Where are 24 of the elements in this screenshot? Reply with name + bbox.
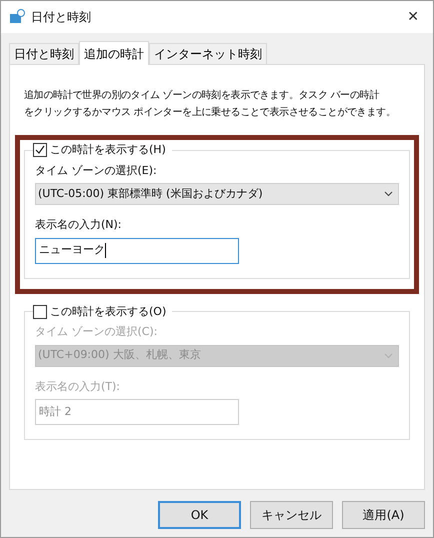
- tab[interactable]: 日付と時刻: [9, 43, 79, 64]
- name-field[interactable]: ニューヨーク: [35, 238, 239, 264]
- close-button[interactable]: ✕: [407, 6, 419, 28]
- dialog-button[interactable]: 適用(A): [342, 501, 425, 529]
- dialog-button[interactable]: OK: [158, 501, 241, 529]
- checkbox-label: この時計を表示する(O): [50, 304, 166, 320]
- description-line: 追加の時計で世界の別のタイム ゾーンの時刻を表示できます。タスク バーの時計: [24, 88, 380, 103]
- tab[interactable]: インターネット時刻: [149, 43, 267, 64]
- tab[interactable]: 追加の時計: [79, 41, 149, 65]
- clock-icon: [9, 9, 25, 25]
- timezone-dropdown[interactable]: (UTC-05:00) 東部標準時 (米国およびカナダ): [35, 183, 399, 205]
- timezone-label: タイム ゾーンの選択(E):: [35, 162, 158, 178]
- dialog-button[interactable]: キャンセル: [250, 501, 333, 529]
- name-label: 表示名の入力(T):: [35, 378, 122, 394]
- chevron-down-icon: [384, 191, 393, 197]
- chevron-down-icon: [384, 352, 393, 358]
- checkbox[interactable]: [33, 304, 47, 319]
- checkbox-label: この時計を表示する(H): [50, 142, 166, 158]
- timezone-label: タイム ゾーンの選択(C):: [35, 324, 158, 340]
- checkbox[interactable]: [33, 143, 47, 158]
- window-title: 日付と時刻: [31, 9, 91, 26]
- check-icon: [35, 145, 45, 156]
- description-line: をクリックするかマウス ポインターを上に乗せることで表示させることができます。: [24, 106, 396, 120]
- name-label: 表示名の入力(N):: [35, 217, 123, 233]
